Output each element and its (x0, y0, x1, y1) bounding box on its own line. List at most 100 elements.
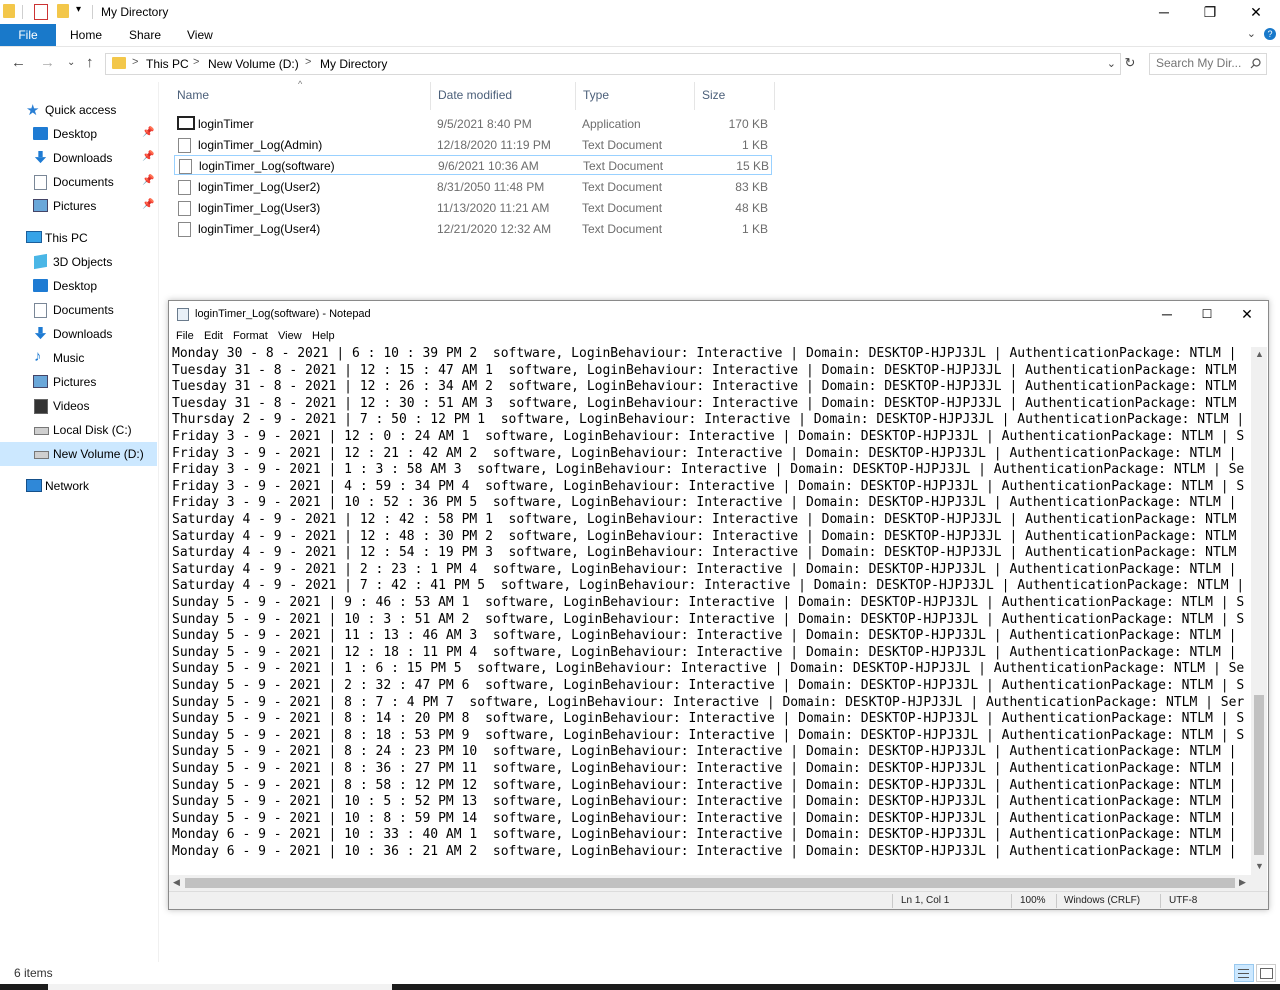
file-row[interactable]: loginTimer_Log(User2) 8/31/2050 11:48 PM… (174, 177, 772, 197)
nav-quick-access[interactable]: ★ Quick access (0, 98, 157, 122)
nav-item-documents[interactable]: Documents 📌 (0, 170, 157, 194)
nav-item-desktop-pc[interactable]: Desktop (0, 274, 157, 298)
pin-icon[interactable]: 📌 (142, 151, 154, 162)
pin-icon[interactable]: 📌 (142, 175, 154, 186)
notepad-text-area[interactable]: Monday 30 - 8 - 2021 | 6 : 10 : 39 PM 2 … (172, 346, 1252, 866)
scroll-right-icon[interactable]: ▶ (1239, 877, 1246, 888)
column-header-name[interactable]: Name (177, 88, 209, 108)
file-row[interactable]: loginTimer_Log(User4) 12/21/2020 12:32 A… (174, 219, 772, 239)
search-icon[interactable] (1250, 58, 1261, 69)
breadcrumb-my-directory[interactable]: My Directory (320, 57, 387, 71)
menu-format[interactable]: Format (233, 330, 268, 342)
restore-button[interactable]: ❐ (1187, 0, 1233, 24)
notepad-window[interactable]: loginTimer_Log(software) - Notepad ─ ☐ ✕… (168, 300, 1269, 910)
customize-toolbar-icon[interactable]: ▾ (76, 4, 81, 15)
drive-icon (34, 451, 49, 459)
notepad-title-bar[interactable]: loginTimer_Log(software) - Notepad ─ ☐ ✕ (169, 301, 1268, 327)
breadcrumb-this-pc[interactable]: This PC (146, 57, 189, 71)
details-view-icon[interactable] (1234, 964, 1254, 982)
divider (1056, 894, 1057, 908)
minimize-button[interactable]: ─ (1141, 0, 1187, 24)
column-header-date[interactable]: Date modified (438, 88, 512, 108)
nav-item-documents-pc[interactable]: Documents (0, 298, 157, 322)
large-icons-view-icon[interactable] (1256, 964, 1276, 982)
notepad-title: loginTimer_Log(software) - Notepad (195, 308, 371, 320)
menu-help[interactable]: Help (312, 330, 335, 342)
search-box[interactable] (1149, 53, 1267, 75)
tab-home[interactable]: Home (70, 24, 102, 46)
nav-item-videos[interactable]: Videos (0, 394, 157, 418)
horizontal-scroll-thumb[interactable] (185, 878, 1235, 888)
nav-network[interactable]: Network (0, 474, 157, 498)
column-divider[interactable] (694, 82, 695, 110)
pin-icon[interactable]: 📌 (142, 127, 154, 138)
column-header-size[interactable]: Size (702, 88, 725, 108)
scrollbar-corner (1251, 875, 1267, 891)
back-arrow-icon[interactable]: ← (11, 54, 26, 71)
scroll-down-icon[interactable]: ▼ (1255, 861, 1264, 871)
chevron-right-icon[interactable]: > (305, 56, 311, 68)
file-row-selected[interactable]: loginTimer_Log(software) 9/6/2021 10:36 … (174, 155, 772, 175)
close-button[interactable]: ✕ (1233, 0, 1279, 24)
address-bar[interactable]: > This PC > New Volume (D:) > My Directo… (105, 53, 1121, 75)
file-size: 1 KB (741, 138, 768, 152)
column-divider[interactable] (774, 82, 775, 110)
search-input[interactable] (1156, 56, 1254, 70)
tab-share[interactable]: Share (129, 24, 161, 46)
folder-icon[interactable] (3, 4, 15, 18)
notepad-minimize-button[interactable]: ─ (1147, 301, 1187, 327)
properties-icon[interactable] (34, 4, 48, 20)
file-row[interactable]: loginTimer 9/5/2021 8:40 PM Application … (174, 114, 772, 134)
nav-item-music[interactable]: ♪ Music (0, 346, 157, 370)
column-divider[interactable] (575, 82, 576, 110)
new-folder-icon[interactable] (57, 4, 69, 18)
chevron-right-icon[interactable]: > (132, 56, 138, 68)
nav-item-downloads[interactable]: Downloads 📌 (0, 146, 157, 170)
scroll-up-icon[interactable]: ▲ (1255, 349, 1264, 359)
nav-item-downloads-pc[interactable]: Downloads (0, 322, 157, 346)
text-line: Sunday 5 - 9 - 2021 | 8 : 58 : 12 PM 12 … (172, 777, 1237, 793)
desktop-icon (33, 127, 48, 140)
pin-icon[interactable]: 📌 (142, 199, 154, 210)
horizontal-scrollbar[interactable]: ◀ ▶ (169, 875, 1251, 891)
download-icon (34, 151, 47, 164)
explorer-status-bar: 6 items (0, 962, 1280, 982)
nav-item-pictures[interactable]: Pictures 📌 (0, 194, 157, 218)
nav-item-pictures-pc[interactable]: Pictures (0, 370, 157, 394)
expand-ribbon-icon[interactable]: ⌄ (1247, 27, 1256, 40)
file-size: 15 KB (736, 159, 769, 173)
recent-locations-icon[interactable]: ⌄ (67, 57, 75, 68)
breadcrumb-new-volume[interactable]: New Volume (D:) (208, 57, 299, 71)
tab-file[interactable]: File (0, 24, 56, 46)
refresh-icon[interactable]: ↻ (1121, 53, 1139, 73)
scroll-left-icon[interactable]: ◀ (173, 877, 180, 888)
tab-view[interactable]: View (187, 24, 213, 46)
menu-view[interactable]: View (278, 330, 302, 342)
file-row[interactable]: loginTimer_Log(Admin) 12/18/2020 11:19 P… (174, 135, 772, 155)
nav-item-desktop[interactable]: Desktop 📌 (0, 122, 157, 146)
nav-item-3d-objects[interactable]: 3D Objects (0, 250, 157, 274)
item-count: 6 items (14, 966, 53, 980)
address-dropdown-icon[interactable]: ⌄ (1107, 57, 1116, 70)
ribbon-tabs: File Home Share View ⌄ ? (0, 24, 1280, 47)
file-name: loginTimer_Log(User4) (198, 222, 321, 236)
column-header-type[interactable]: Type (583, 88, 609, 108)
notepad-maximize-button[interactable]: ☐ (1187, 301, 1227, 327)
up-arrow-icon[interactable]: ↑ (86, 54, 94, 71)
nav-item-new-volume[interactable]: New Volume (D:) (0, 442, 157, 466)
menu-file[interactable]: File (176, 330, 194, 342)
column-divider[interactable] (430, 82, 431, 110)
file-date: 9/5/2021 8:40 PM (437, 117, 532, 131)
help-icon[interactable]: ? (1264, 28, 1276, 40)
nav-item-local-disk[interactable]: Local Disk (C:) (0, 418, 157, 442)
notepad-close-button[interactable]: ✕ (1227, 301, 1267, 327)
file-row[interactable]: loginTimer_Log(User3) 11/13/2020 11:21 A… (174, 198, 772, 218)
music-icon: ♪ (34, 348, 42, 365)
chevron-right-icon[interactable]: > (193, 56, 199, 68)
vertical-scroll-thumb[interactable] (1254, 695, 1264, 855)
vertical-scrollbar[interactable]: ▲ ▼ (1251, 347, 1267, 875)
forward-arrow-icon[interactable]: → (40, 54, 55, 71)
divider (92, 5, 93, 19)
menu-edit[interactable]: Edit (204, 330, 223, 342)
nav-this-pc[interactable]: This PC (0, 226, 157, 250)
